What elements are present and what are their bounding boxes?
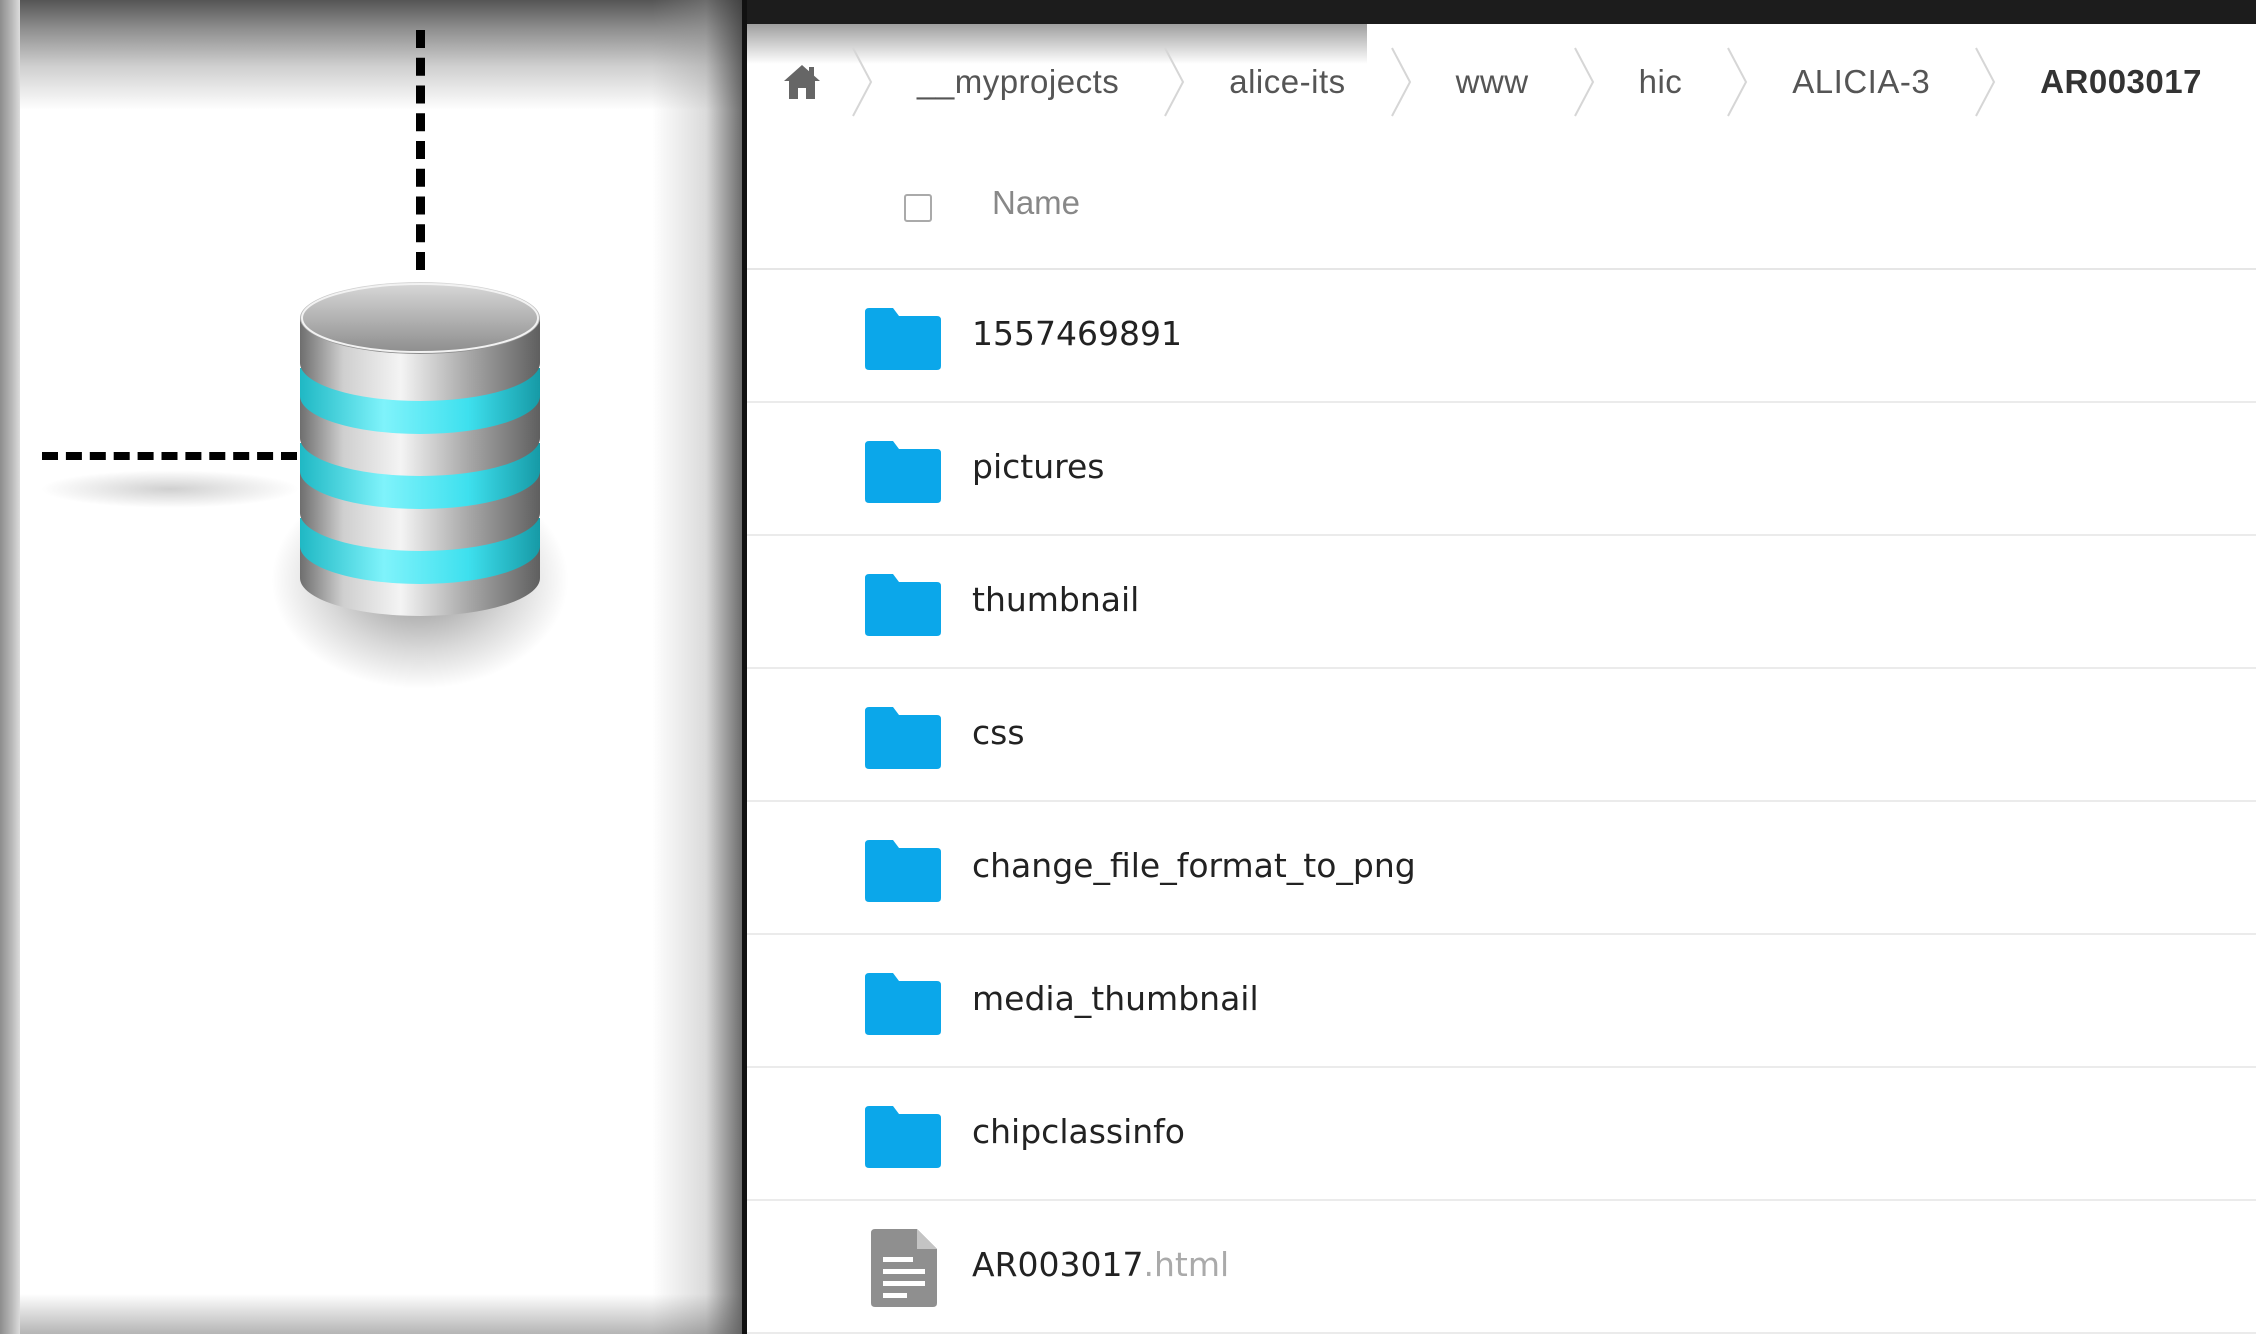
diagram-panel <box>20 0 742 1334</box>
list-item[interactable]: media_thumbnail <box>747 935 2256 1068</box>
file-name: css <box>972 713 1025 752</box>
breadcrumb-home[interactable] <box>767 47 837 117</box>
list-item[interactable]: 1557469891 <box>747 270 2256 403</box>
file-browser: __myprojects alice-its www hic ALICIA-3 … <box>742 0 2256 1334</box>
vertical-dashed-connector <box>416 30 425 270</box>
folder-icon <box>865 973 941 1035</box>
connector-shadow <box>40 470 300 508</box>
chevron-right-icon <box>1559 42 1609 122</box>
file-name: pictures <box>972 447 1105 486</box>
list-item[interactable]: chipclassinfo <box>747 1068 2256 1201</box>
breadcrumb-item-current[interactable]: AR003017 <box>2010 63 2232 101</box>
folder-icon <box>865 308 941 370</box>
file-name: change_file_format_to_png <box>972 846 1416 885</box>
file-list: 1557469891 pictures thumbnail css change… <box>747 270 2256 1334</box>
breadcrumb: __myprojects alice-its www hic ALICIA-3 … <box>747 24 2256 139</box>
chevron-right-icon <box>1149 42 1199 122</box>
folder-icon <box>865 707 941 769</box>
list-item[interactable]: AR003017.html <box>747 1201 2256 1334</box>
file-basename: AR003017 <box>972 1245 1144 1284</box>
breadcrumb-item-alicia-3[interactable]: ALICIA-3 <box>1762 63 1960 101</box>
list-item[interactable]: thumbnail <box>747 536 2256 669</box>
file-name: AR003017.html <box>972 1245 1229 1284</box>
document-icon <box>871 1229 937 1307</box>
select-all-checkbox[interactable] <box>904 194 932 222</box>
breadcrumb-item-www[interactable]: www <box>1426 63 1559 101</box>
file-name: chipclassinfo <box>972 1112 1185 1151</box>
panel-bottom-shadow <box>20 1294 742 1334</box>
panel-top-shadow <box>20 0 742 110</box>
file-name: 1557469891 <box>972 314 1182 353</box>
file-name: media_thumbnail <box>972 979 1259 1018</box>
chevron-right-icon <box>1712 42 1762 122</box>
folder-icon <box>865 1106 941 1168</box>
home-icon <box>784 64 820 99</box>
list-item[interactable]: css <box>747 669 2256 802</box>
file-extension: .html <box>1143 1245 1230 1284</box>
folder-icon <box>865 441 941 503</box>
database-icon <box>300 282 540 616</box>
panel-right-shadow <box>652 0 742 1334</box>
list-item[interactable]: pictures <box>747 403 2256 536</box>
chevron-right-icon <box>1376 42 1426 122</box>
chevron-right-icon <box>837 42 887 122</box>
list-item[interactable]: change_file_format_to_png <box>747 802 2256 935</box>
window-titlebar <box>747 0 2256 24</box>
folder-icon <box>865 840 941 902</box>
table-header: Name <box>747 140 2256 270</box>
folder-icon <box>865 574 941 636</box>
breadcrumb-item-hic[interactable]: hic <box>1609 63 1713 101</box>
horizontal-dashed-connector <box>42 452 297 460</box>
chevron-right-icon <box>1960 42 2010 122</box>
breadcrumb-item-myprojects[interactable]: __myprojects <box>887 63 1149 101</box>
column-header-name[interactable]: Name <box>992 184 1080 222</box>
left-window-edge <box>0 0 20 1334</box>
file-name: thumbnail <box>972 580 1140 619</box>
breadcrumb-item-alice-its[interactable]: alice-its <box>1199 63 1375 101</box>
